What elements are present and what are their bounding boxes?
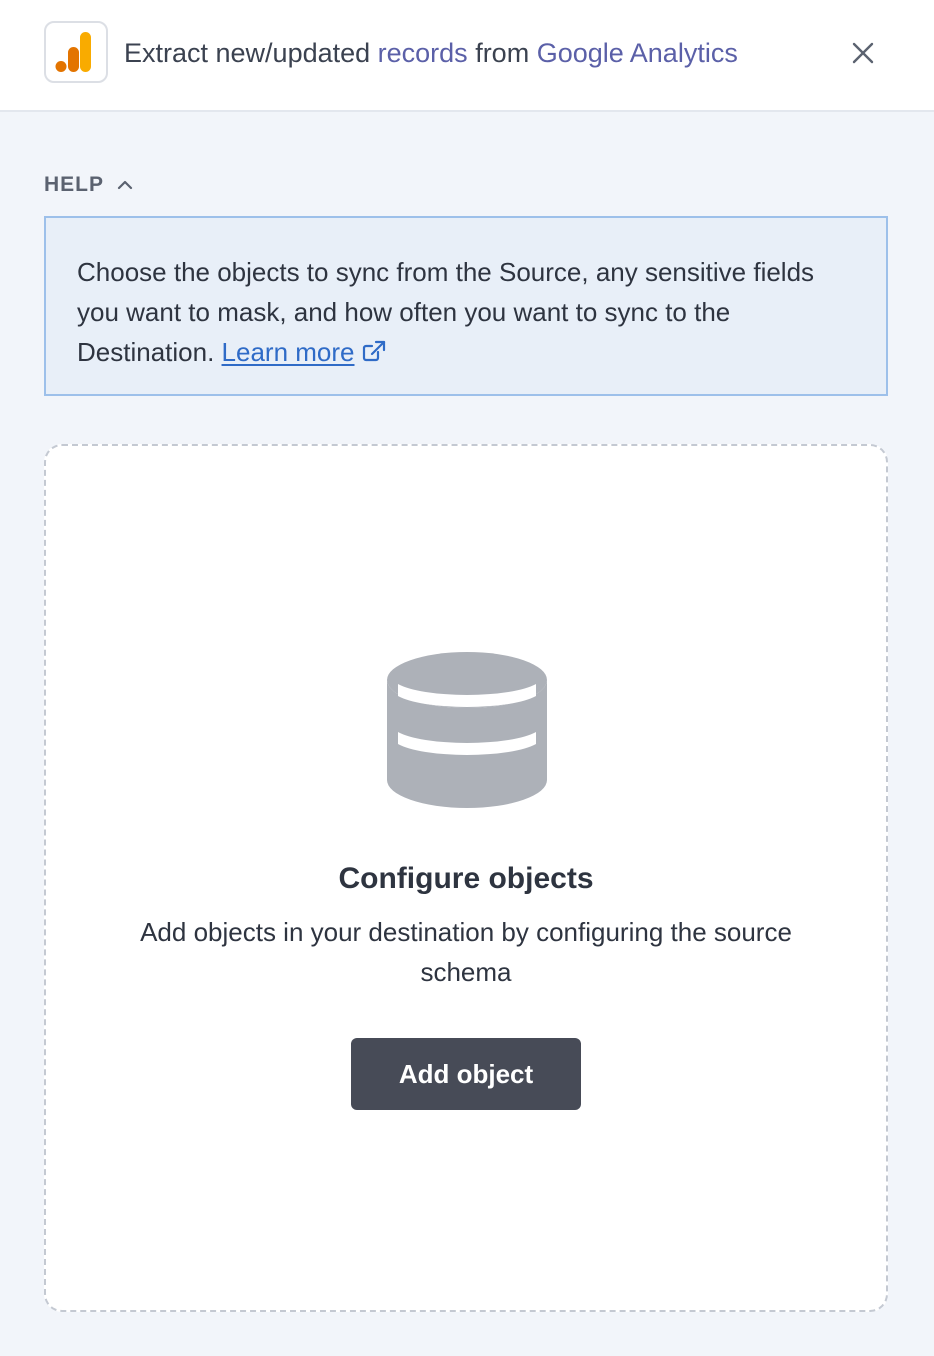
title-text: from xyxy=(467,38,537,68)
google-analytics-logo-icon xyxy=(44,21,108,83)
help-label: HELP xyxy=(44,173,105,196)
title-text: Extract new/updated xyxy=(124,38,378,68)
empty-state-description: Add objects in your destination by confi… xyxy=(140,917,792,987)
learn-more-link[interactable]: Learn more xyxy=(222,337,355,367)
add-object-button[interactable]: Add object xyxy=(351,1038,581,1110)
close-button[interactable] xyxy=(846,36,880,70)
help-toggle[interactable]: HELP xyxy=(44,171,134,199)
external-link-icon[interactable] xyxy=(361,339,387,363)
help-text: Choose the objects to sync from the Sour… xyxy=(77,257,815,367)
chevron-up-icon xyxy=(117,180,133,190)
database-icon xyxy=(387,652,547,808)
title-source-name: Google Analytics xyxy=(536,38,738,68)
close-icon xyxy=(852,42,874,64)
panel-title: Extract new/updated records from Google … xyxy=(124,36,738,70)
empty-state-card: Configure objects Add objects in your de… xyxy=(44,444,888,1312)
sync-config-panel: Extract new/updated records from Google … xyxy=(0,0,934,1356)
help-box: Choose the objects to sync from the Sour… xyxy=(44,216,888,396)
panel-header: Extract new/updated records from Google … xyxy=(0,0,934,112)
title-records-term: records xyxy=(377,38,468,68)
empty-state-title: Configure objects xyxy=(338,862,594,895)
